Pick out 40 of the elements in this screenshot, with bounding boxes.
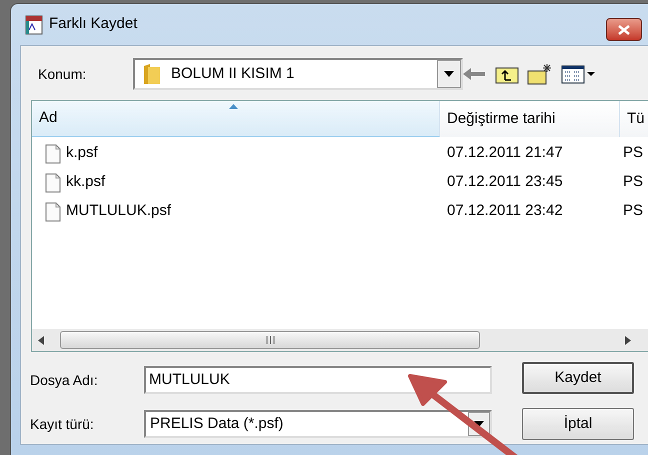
caret-icon — [444, 71, 454, 77]
column-header[interactable]: Ad — [32, 101, 440, 137]
location-value: BOLUM II KISIM 1 — [171, 64, 296, 84]
new-folder-icon[interactable] — [527, 63, 553, 85]
location-dropdown[interactable]: BOLUM II KISIM 1 — [133, 58, 463, 90]
table-cell-text: PS — [622, 143, 644, 164]
caret-icon — [474, 421, 484, 427]
file-type-label: Kayıt türü: — [30, 414, 95, 434]
modified-date: 07.12.2011 21:47 — [446, 143, 564, 164]
file-name-field[interactable]: MUTLULUK — [144, 366, 492, 394]
location-label: Konum: — [38, 64, 88, 84]
file-name[interactable]: kk.psf — [66, 171, 106, 194]
app-icon — [25, 14, 43, 34]
column-header[interactable]: Değiştirme tarihi — [440, 101, 620, 137]
scrollbar-thumb[interactable] — [60, 331, 480, 349]
file-icon — [45, 172, 61, 192]
dialog-button[interactable]: İptal — [522, 408, 634, 440]
file-icon — [45, 202, 61, 222]
file-name[interactable]: k.psf — [66, 142, 98, 165]
close-button[interactable] — [606, 18, 642, 41]
file-name-label: Dosya Adı: — [30, 370, 99, 390]
view-menu-icon[interactable] — [561, 64, 595, 84]
file-type-dropdown[interactable]: PRELIS Data (*.psf) — [144, 410, 492, 438]
modified-date: 07.12.2011 23:42 — [446, 201, 564, 222]
dropdown-button[interactable] — [437, 60, 461, 88]
scroll-left-icon[interactable] — [38, 336, 44, 344]
file-name[interactable]: MUTLULUK.psf — [66, 200, 172, 223]
file-type-value: PRELIS Data (*.psf) — [150, 414, 284, 434]
modified-date: 07.12.2011 23:45 — [446, 172, 564, 192]
table-cell-text: PS — [622, 172, 644, 192]
file-icon — [45, 144, 61, 164]
scroll-right-icon[interactable] — [625, 336, 631, 344]
sort-arrow-icon — [229, 104, 238, 109]
horizontal-scrollbar[interactable] — [32, 329, 648, 351]
close-icon — [618, 24, 630, 34]
dialog-button[interactable]: Kaydet — [522, 362, 634, 394]
folder-icon — [143, 63, 161, 85]
grip-icon — [266, 336, 274, 344]
window-title: Farklı Kaydet — [49, 14, 138, 34]
table-cell-text: PS — [622, 201, 644, 222]
